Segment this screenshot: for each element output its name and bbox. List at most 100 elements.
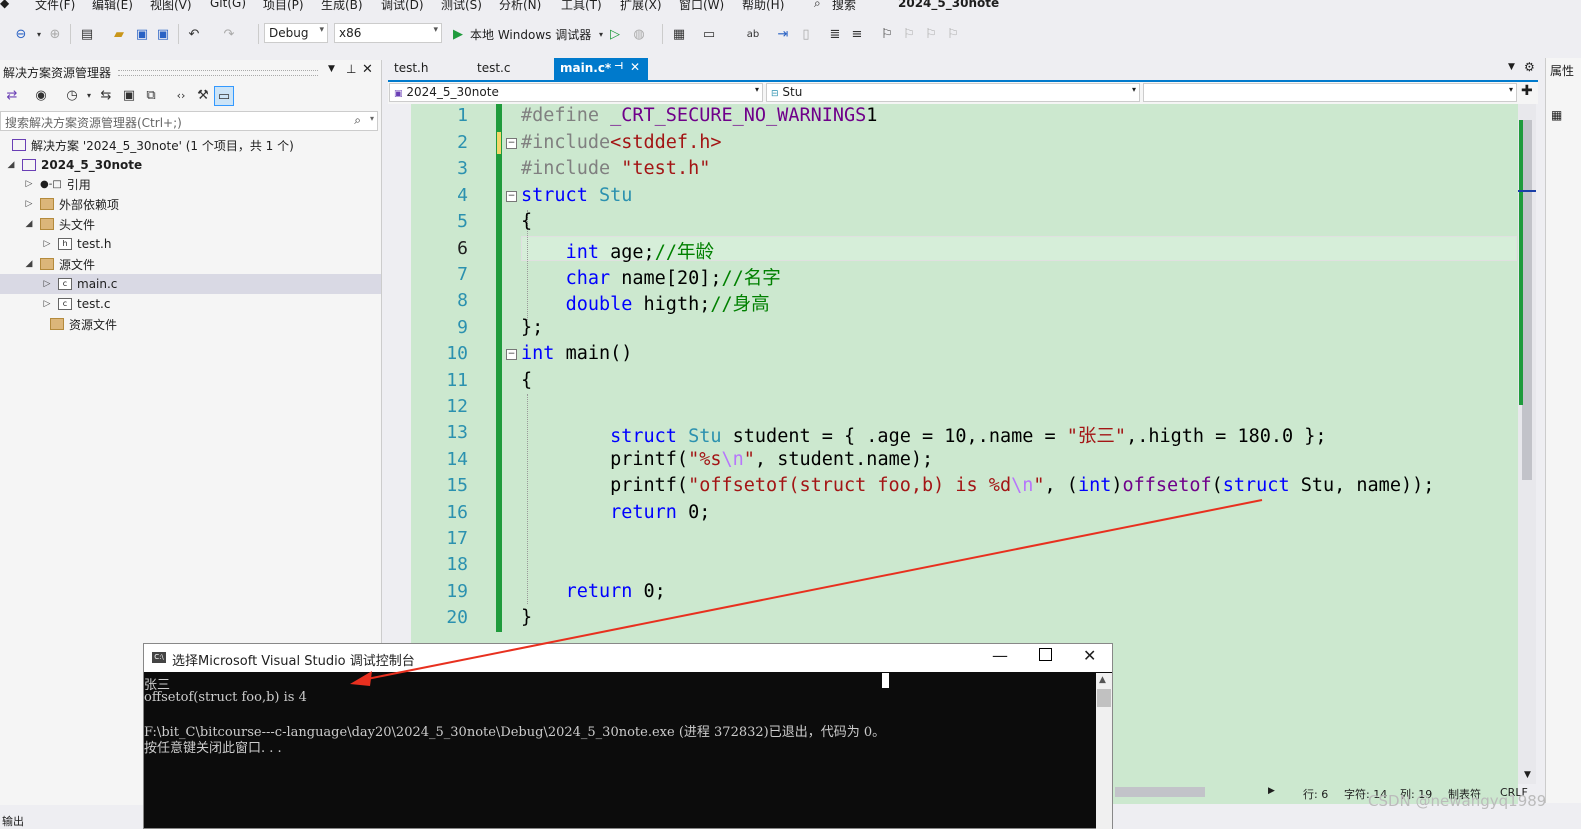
tree-item-header-files[interactable]: ◢ 头文件 — [0, 214, 381, 234]
tab-main-c[interactable]: main.c* ⊣ ✕ — [554, 58, 648, 80]
menu-extensions[interactable]: 扩展(X) — [620, 0, 662, 13]
collapse-triangle-icon[interactable]: ▷ — [42, 239, 52, 249]
collapse-all-icon[interactable]: ▣ — [120, 86, 138, 104]
tree-item-solution[interactable]: 解决方案 '2024_5_30note' (1 个项目，共 1 个) — [0, 135, 381, 155]
menu-window[interactable]: 窗口(W) — [679, 0, 724, 13]
start-without-debug-icon[interactable]: ▷ — [606, 25, 624, 43]
tree-item-references[interactable]: ▷ ●-□ 引用 — [0, 174, 381, 194]
expand-triangle-icon[interactable]: ◢ — [24, 219, 34, 229]
play-icon[interactable]: ▶ — [449, 25, 467, 43]
fold-toggle-icon[interactable]: − — [506, 138, 517, 149]
show-all-files-icon[interactable]: ⧉ — [142, 86, 160, 104]
search-icon[interactable]: ⌕ — [354, 113, 361, 128]
collapse-triangle-icon[interactable]: ▷ — [24, 179, 34, 189]
config-select[interactable]: Debug ▾ — [264, 23, 328, 43]
scroll-up-icon[interactable]: ▲ — [1099, 675, 1106, 685]
collapse-triangle-icon[interactable]: ▷ — [42, 279, 52, 289]
menu-build[interactable]: 生成(B) — [321, 0, 363, 13]
menu-git[interactable]: Git(G) — [210, 0, 246, 10]
horizontal-scrollbar-thumb[interactable] — [1115, 787, 1205, 797]
preview-icon[interactable]: ▭ — [214, 86, 234, 106]
vs-logo-icon[interactable]: ◆ — [0, 0, 9, 10]
collapse-triangle-icon[interactable]: ▷ — [42, 299, 52, 309]
chevron-down-icon[interactable]: ▾ — [370, 114, 374, 123]
properties-icon[interactable]: ▦ — [1551, 108, 1562, 122]
hot-reload-icon[interactable]: ◍ — [630, 25, 648, 43]
menu-edit[interactable]: 编辑(E) — [92, 0, 133, 13]
console-titlebar[interactable]: C:\ 选择Microsoft Visual Studio 调试控制台 — ✕ — [144, 644, 1112, 672]
fold-toggle-icon[interactable]: − — [506, 349, 517, 360]
outdent-icon[interactable]: ≡ — [848, 25, 866, 43]
scroll-right-icon[interactable]: ▶ — [1268, 786, 1275, 796]
minimize-icon[interactable]: — — [992, 646, 1008, 665]
code-line[interactable]: struct Stu — [521, 185, 632, 206]
code-line[interactable]: { — [521, 211, 532, 232]
properties-tab[interactable]: 属性 — [1550, 62, 1574, 79]
solution-search-input[interactable]: 搜索解决方案资源管理器(Ctrl+;) ⌕ ▾ — [0, 111, 378, 131]
code-line[interactable]: }; — [521, 317, 543, 338]
code-line[interactable]: int main() — [521, 343, 632, 364]
menu-project[interactable]: 项目(P) — [263, 0, 304, 13]
undo-icon[interactable]: ↶ — [185, 25, 203, 43]
tree-item-source-files[interactable]: ◢ 源文件 — [0, 254, 381, 274]
tree-item-main-c[interactable]: ▷ c main.c — [0, 274, 381, 294]
split-icon[interactable]: ✚ — [1521, 83, 1533, 99]
code-line[interactable]: double higth;//身高 — [521, 290, 770, 316]
code-line[interactable]: #include<stddef.h> — [521, 132, 722, 153]
globe-icon[interactable]: ◉ — [32, 86, 50, 104]
spellcheck-icon[interactable]: ab — [744, 25, 762, 43]
tab-test-c[interactable]: test.c — [471, 58, 551, 80]
close-icon[interactable]: ✕ — [1083, 646, 1096, 665]
scrollbar-thumb[interactable] — [1097, 689, 1111, 707]
back-icon[interactable]: ⊖ — [12, 25, 30, 43]
indent-icon[interactable]: ≣ — [826, 25, 844, 43]
step-icon[interactable]: ⇥ — [774, 25, 792, 43]
code-line[interactable]: { — [521, 370, 532, 391]
menu-file[interactable]: 文件(F) — [35, 0, 75, 13]
wrench-icon[interactable]: ⚒ — [194, 86, 212, 104]
chevron-down-icon[interactable]: ▾ — [80, 86, 98, 104]
run-debugger-button[interactable]: 本地 Windows 调试器 — [470, 26, 591, 43]
console-scrollbar[interactable]: ▲ — [1096, 673, 1112, 829]
redo-icon[interactable]: ↷ — [220, 25, 238, 43]
menu-help[interactable]: 帮助(H) — [742, 0, 784, 13]
chevron-down-icon[interactable]: ▼ — [1508, 62, 1515, 72]
history-icon[interactable]: ◷ — [63, 86, 81, 104]
code-line[interactable]: struct Stu student = { .age = 10,.name =… — [521, 422, 1326, 448]
code-line[interactable]: printf("offsetof(struct foo,b) is %d\n",… — [521, 475, 1434, 496]
code-line[interactable]: #include "test.h" — [521, 158, 710, 179]
tree-item-test-c[interactable]: ▷ c test.c — [0, 294, 381, 314]
forward-icon[interactable]: ⊕ — [46, 25, 64, 43]
open-folder-icon[interactable]: ▰ — [110, 25, 128, 43]
tree-item-resource-files[interactable]: 资源文件 — [0, 314, 381, 334]
scrollbar-thumb[interactable] — [1522, 120, 1532, 480]
project-scope-select[interactable]: ▣ 2024_5_30note ▾ — [389, 83, 763, 102]
new-project-icon[interactable]: ▤ — [78, 25, 96, 43]
pin-icon[interactable]: ⊣ — [614, 61, 623, 72]
menu-view[interactable]: 视图(V) — [150, 0, 192, 13]
code-line[interactable]: char name[20];//名字 — [521, 264, 781, 290]
sync-icon[interactable]: ⇆ — [97, 86, 115, 104]
next-bookmark-icon[interactable]: ⚐ — [922, 25, 940, 43]
tree-item-project[interactable]: ◢ 2024_5_30note — [0, 155, 381, 175]
member-scope-select[interactable]: ▾ — [1143, 83, 1517, 102]
code-view-icon[interactable]: ‹› — [172, 86, 190, 104]
tree-item-test-h[interactable]: ▷ h test.h — [0, 234, 381, 254]
switch-views-icon[interactable]: ⇄ — [3, 86, 21, 104]
gear-icon[interactable]: ⚙ — [1524, 60, 1535, 74]
expand-triangle-icon[interactable]: ◢ — [24, 259, 34, 269]
code-line[interactable]: } — [521, 607, 532, 628]
prev-bookmark-icon[interactable]: ⚐ — [900, 25, 918, 43]
menu-debug[interactable]: 调试(D) — [381, 0, 424, 13]
collapse-triangle-icon[interactable]: ▷ — [24, 199, 34, 209]
menu-search[interactable]: 搜索 — [832, 0, 856, 13]
output-tab[interactable]: 输出 — [2, 813, 24, 829]
search-icon[interactable]: ⌕ — [814, 0, 821, 11]
pin-icon[interactable]: ⊥ — [346, 62, 356, 76]
menu-tools[interactable]: 工具(T) — [561, 0, 602, 13]
close-icon[interactable]: ✕ — [630, 60, 640, 74]
scroll-down-icon[interactable]: ▼ — [1524, 770, 1531, 780]
expand-triangle-icon[interactable]: ◢ — [6, 160, 16, 170]
save-icon[interactable]: ▣ — [133, 25, 151, 43]
close-icon[interactable]: ✕ — [362, 62, 373, 77]
